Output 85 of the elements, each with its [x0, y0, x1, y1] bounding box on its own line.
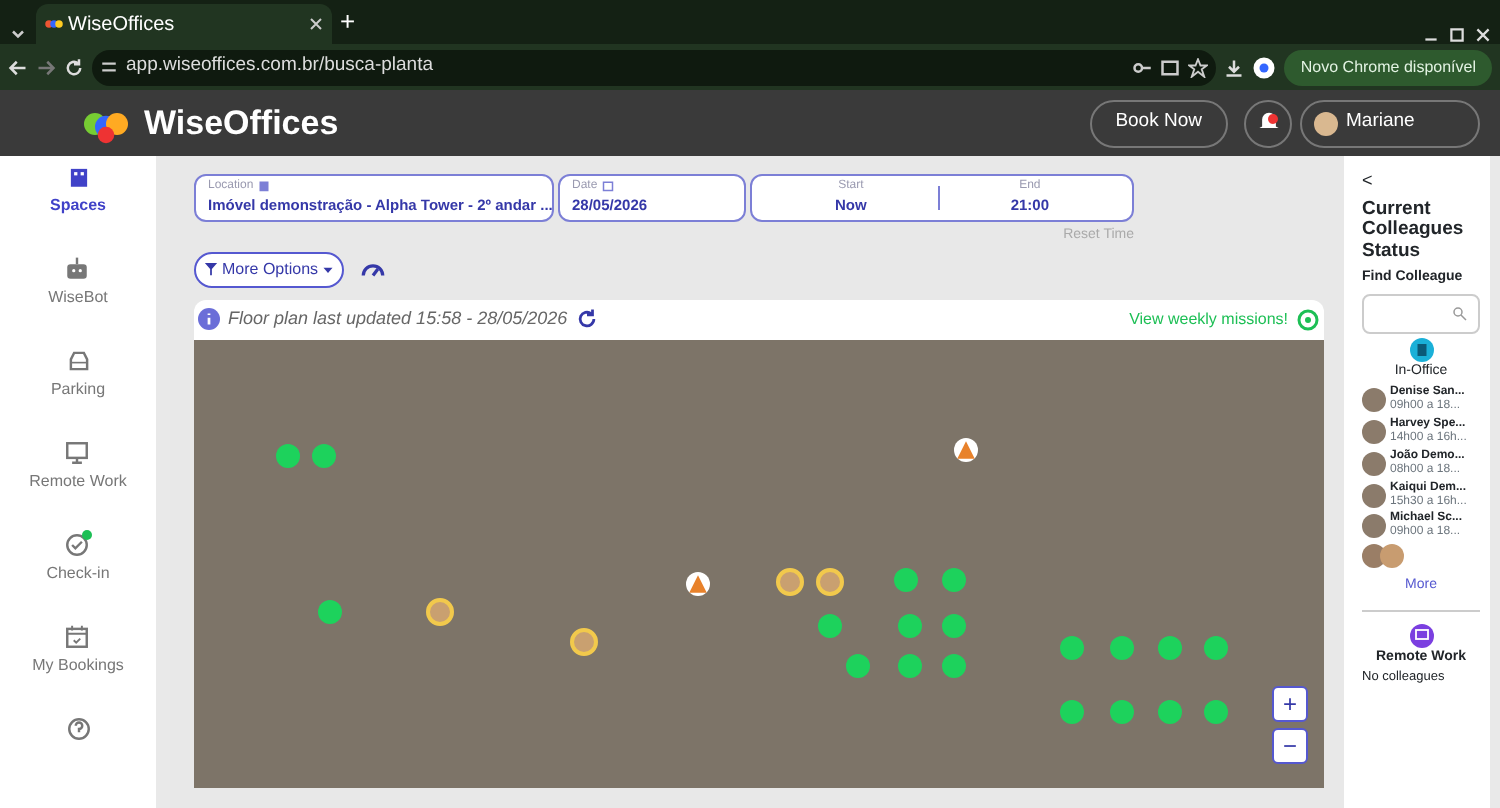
back-icon[interactable]: [8, 57, 28, 77]
calendar-icon: [64, 624, 91, 650]
available-seat-marker[interactable]: [275, 443, 300, 467]
caret-icon: [322, 263, 335, 275]
avatar: [1362, 419, 1386, 444]
building-icon: [1409, 337, 1433, 362]
avatar: [1362, 544, 1386, 569]
back-button[interactable]: <: [1362, 168, 1378, 195]
notification-button[interactable]: [1244, 99, 1292, 147]
book-now-button[interactable]: Book Now: [1089, 99, 1228, 147]
update-button[interactable]: Novo Chrome disponível: [1284, 49, 1492, 85]
close-icon[interactable]: [1474, 26, 1492, 44]
panel-title: Current Colleagues Status: [1362, 199, 1466, 265]
star-icon[interactable]: [1188, 57, 1209, 77]
available-seat-marker[interactable]: [818, 613, 843, 637]
logo-text: WiseOffices: [144, 101, 341, 146]
search-field[interactable]: [1362, 293, 1480, 334]
sidebar-item[interactable]: Remote Work: [29, 440, 127, 532]
sidebar-item[interactable]: Spaces: [49, 164, 107, 256]
browser-tab[interactable]: WiseOffices: [36, 4, 332, 44]
url-text: app.wiseoffices.com.br/busca-planta: [126, 52, 435, 81]
monitor-icon: [64, 440, 91, 466]
help-icon[interactable]: [65, 716, 91, 742]
download-icon[interactable]: [1224, 57, 1245, 77]
filter-icon: [204, 262, 218, 276]
available-seat-marker[interactable]: [1060, 699, 1085, 723]
site-settings-icon[interactable]: [100, 58, 118, 76]
restore-icon[interactable]: [1448, 26, 1466, 44]
avatar: [1380, 544, 1404, 569]
avatar: [1362, 514, 1386, 539]
available-seat-marker[interactable]: [893, 567, 918, 591]
zoom-out-button[interactable]: −: [1272, 727, 1308, 763]
new-tab-button[interactable]: +: [340, 2, 356, 42]
avatar: [1362, 388, 1386, 413]
available-seat-marker[interactable]: [1109, 699, 1134, 723]
available-seat-marker[interactable]: [941, 613, 966, 637]
available-seat-marker[interactable]: [1204, 635, 1229, 659]
available-seat-marker[interactable]: [1157, 635, 1182, 659]
available-seat-marker[interactable]: [846, 653, 871, 677]
profile-icon[interactable]: [1252, 55, 1277, 79]
check-circle-icon: [64, 532, 91, 558]
tab-title: WiseOffices: [68, 11, 177, 39]
available-seat-marker[interactable]: [1060, 635, 1085, 659]
available-seat-marker[interactable]: [1204, 699, 1229, 723]
calendar-icon: [601, 180, 614, 193]
available-seat-marker[interactable]: [1109, 635, 1134, 659]
available-seat-marker[interactable]: [941, 567, 966, 591]
available-seat-marker[interactable]: [1157, 699, 1182, 723]
available-seat-marker[interactable]: [318, 599, 343, 623]
warning-marker[interactable]: [953, 437, 978, 461]
avatar: [1362, 483, 1386, 507]
robot-icon: [64, 256, 91, 282]
sidebar-item[interactable]: WiseBot: [48, 256, 108, 348]
target-icon[interactable]: [1296, 307, 1320, 331]
available-seat-marker[interactable]: [897, 653, 922, 677]
avatar: [1314, 111, 1338, 135]
zoom-in-button[interactable]: +: [1272, 685, 1308, 721]
building-icon: [65, 164, 91, 190]
car-icon: [65, 348, 91, 374]
sidebar-item[interactable]: Parking: [50, 348, 106, 440]
address-bar[interactable]: app.wiseoffices.com.br/busca-planta: [92, 49, 1217, 85]
building-icon: [257, 180, 270, 193]
reload-icon[interactable]: [64, 57, 84, 77]
monitor-icon: [1409, 623, 1433, 648]
info-icon[interactable]: [198, 308, 220, 330]
close-icon[interactable]: [308, 16, 324, 32]
occupied-seat-avatar[interactable]: [425, 597, 454, 625]
sidebar-item[interactable]: Check-in: [46, 532, 110, 624]
sidebar-item[interactable]: My Bookings: [32, 624, 124, 716]
forward-icon[interactable]: [36, 57, 56, 77]
key-icon[interactable]: [1132, 57, 1153, 77]
user-menu-button[interactable]: Mariane: [1300, 99, 1480, 147]
occupied-seat-avatar[interactable]: [816, 567, 845, 595]
occupied-seat-avatar[interactable]: [776, 567, 805, 595]
available-seat-marker[interactable]: [941, 653, 966, 677]
search-icon: [1452, 305, 1468, 322]
avatar: [1362, 451, 1386, 476]
more-options-button[interactable]: More Options: [194, 251, 345, 287]
logo-icon: [44, 14, 64, 34]
occupied-seat-avatar[interactable]: [570, 627, 599, 655]
available-seat-marker[interactable]: [897, 613, 922, 637]
refresh-icon[interactable]: [575, 308, 598, 330]
warning-marker[interactable]: [685, 571, 710, 595]
available-seat-marker[interactable]: [312, 443, 337, 467]
update-info-text: Floor plan last updated 15:58 - 28/05/2026: [228, 305, 568, 332]
